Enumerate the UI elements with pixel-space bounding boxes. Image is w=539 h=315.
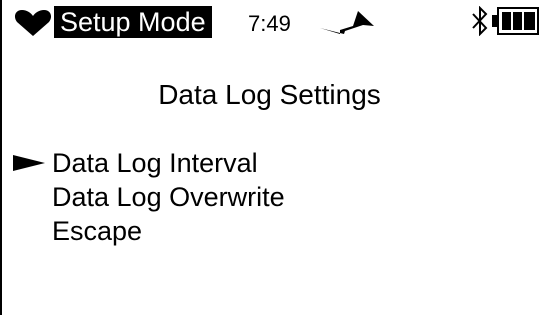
status-bar: Setup Mode 7:49 xyxy=(0,0,539,42)
menu-item-label: Escape xyxy=(52,216,143,246)
selection-arrow-icon xyxy=(13,155,45,171)
settings-menu: Data Log Interval Data Log Overwrite Esc… xyxy=(0,146,539,248)
mode-badge: Setup Mode xyxy=(54,6,212,38)
page-title: Data Log Settings xyxy=(158,79,381,110)
signal-icon xyxy=(320,11,374,34)
bluetooth-icon xyxy=(472,6,488,36)
menu-item-data-log-overwrite[interactable]: Data Log Overwrite xyxy=(0,180,539,214)
clock: 7:49 xyxy=(248,11,291,36)
menu-item-label: Data Log Interval xyxy=(52,148,258,178)
device-screen: Setup Mode 7:49 Data Log Settings Data L… xyxy=(0,0,539,315)
menu-item-data-log-interval[interactable]: Data Log Interval xyxy=(0,146,539,180)
heart-icon xyxy=(14,10,52,36)
mode-label: Setup Mode xyxy=(60,7,206,37)
menu-item-label: Data Log Overwrite xyxy=(52,182,285,212)
battery-icon xyxy=(492,7,539,35)
menu-item-escape[interactable]: Escape xyxy=(0,214,539,248)
